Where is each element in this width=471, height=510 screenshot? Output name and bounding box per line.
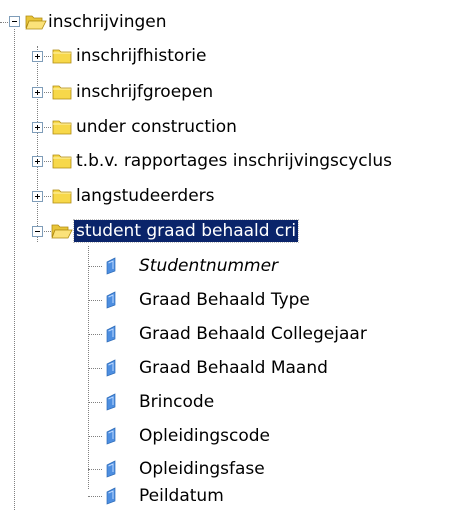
tree-node-field[interactable]: Graad Behaald Type <box>0 287 471 313</box>
field-icon <box>106 460 116 478</box>
tree-node-label[interactable]: t.b.v. rapportages inschrijvingscyclus <box>74 150 394 172</box>
expand-toggle[interactable] <box>32 87 43 98</box>
tree-view[interactable]: inschrijvingen inschrijfhistorie inschri… <box>0 0 471 510</box>
tree-node-label[interactable]: under construction <box>74 116 239 138</box>
tree-line <box>88 436 102 437</box>
folder-closed-icon <box>52 49 72 64</box>
tree-node-label[interactable]: Brincode <box>137 391 216 413</box>
tree-node-field[interactable]: Peildatum <box>0 483 471 509</box>
tree-node-field[interactable]: Graad Behaald Collegejaar <box>0 321 471 347</box>
tree-node-field[interactable]: Opleidingsfase <box>0 456 471 482</box>
tree-node-label[interactable]: inschrijfgroepen <box>74 81 215 103</box>
tree-line <box>88 334 102 335</box>
collapse-toggle[interactable] <box>9 16 20 27</box>
tree-node-folder-selected[interactable]: student graad behaald cri <box>0 218 471 244</box>
tree-node-label[interactable]: inschrijvingen <box>46 11 169 33</box>
collapse-toggle[interactable] <box>32 226 43 237</box>
tree-node-field[interactable]: Opleidingscode <box>0 423 471 449</box>
field-icon <box>106 427 116 445</box>
field-icon <box>106 393 116 411</box>
folder-closed-icon <box>52 120 72 135</box>
tree-node-folder[interactable]: langstudeerders <box>0 183 471 209</box>
expand-toggle[interactable] <box>32 191 43 202</box>
field-icon <box>106 359 116 377</box>
tree-node-label[interactable]: Opleidingsfase <box>137 458 267 480</box>
field-icon <box>106 257 116 275</box>
tree-line <box>37 46 38 242</box>
tree-node-folder[interactable]: t.b.v. rapportages inschrijvingscyclus <box>0 148 471 174</box>
field-icon <box>106 291 116 309</box>
tree-node-label[interactable]: inschrijfhistorie <box>74 45 209 67</box>
tree-node-label[interactable]: student graad behaald cri <box>72 219 300 243</box>
tree-line <box>88 368 102 369</box>
tree-node-field[interactable]: Brincode <box>0 389 471 415</box>
tree-node-field[interactable]: Graad Behaald Maand <box>0 355 471 381</box>
folder-open-icon <box>51 224 73 239</box>
tree-line <box>88 469 102 470</box>
tree-node-folder[interactable]: under construction <box>0 114 471 140</box>
expand-toggle[interactable] <box>32 122 43 133</box>
field-icon <box>106 487 116 505</box>
folder-closed-icon <box>52 189 72 204</box>
tree-node-label[interactable]: Graad Behaald Type <box>137 289 312 311</box>
tree-node-label[interactable]: Opleidingscode <box>137 425 272 447</box>
expand-toggle[interactable] <box>32 51 43 62</box>
tree-node-field[interactable]: Studentnummer <box>0 253 471 279</box>
tree-node-root[interactable]: inschrijvingen <box>0 9 471 35</box>
tree-line <box>88 402 102 403</box>
folder-open-icon <box>25 15 47 30</box>
tree-node-label[interactable]: Graad Behaald Collegejaar <box>137 323 369 345</box>
tree-node-folder[interactable]: inschrijfgroepen <box>0 79 471 105</box>
tree-node-folder[interactable]: inschrijfhistorie <box>0 43 471 69</box>
tree-line <box>88 300 102 301</box>
field-icon <box>106 325 116 343</box>
tree-node-label[interactable]: Studentnummer <box>137 255 280 277</box>
folder-closed-icon <box>52 85 72 100</box>
tree-node-label[interactable]: Graad Behaald Maand <box>137 357 330 379</box>
tree-node-label[interactable]: Peildatum <box>137 485 226 507</box>
tree-line <box>88 496 102 497</box>
tree-node-label[interactable]: langstudeerders <box>74 185 217 207</box>
tree-line <box>88 266 102 267</box>
expand-toggle[interactable] <box>32 156 43 167</box>
folder-closed-icon <box>52 154 72 169</box>
